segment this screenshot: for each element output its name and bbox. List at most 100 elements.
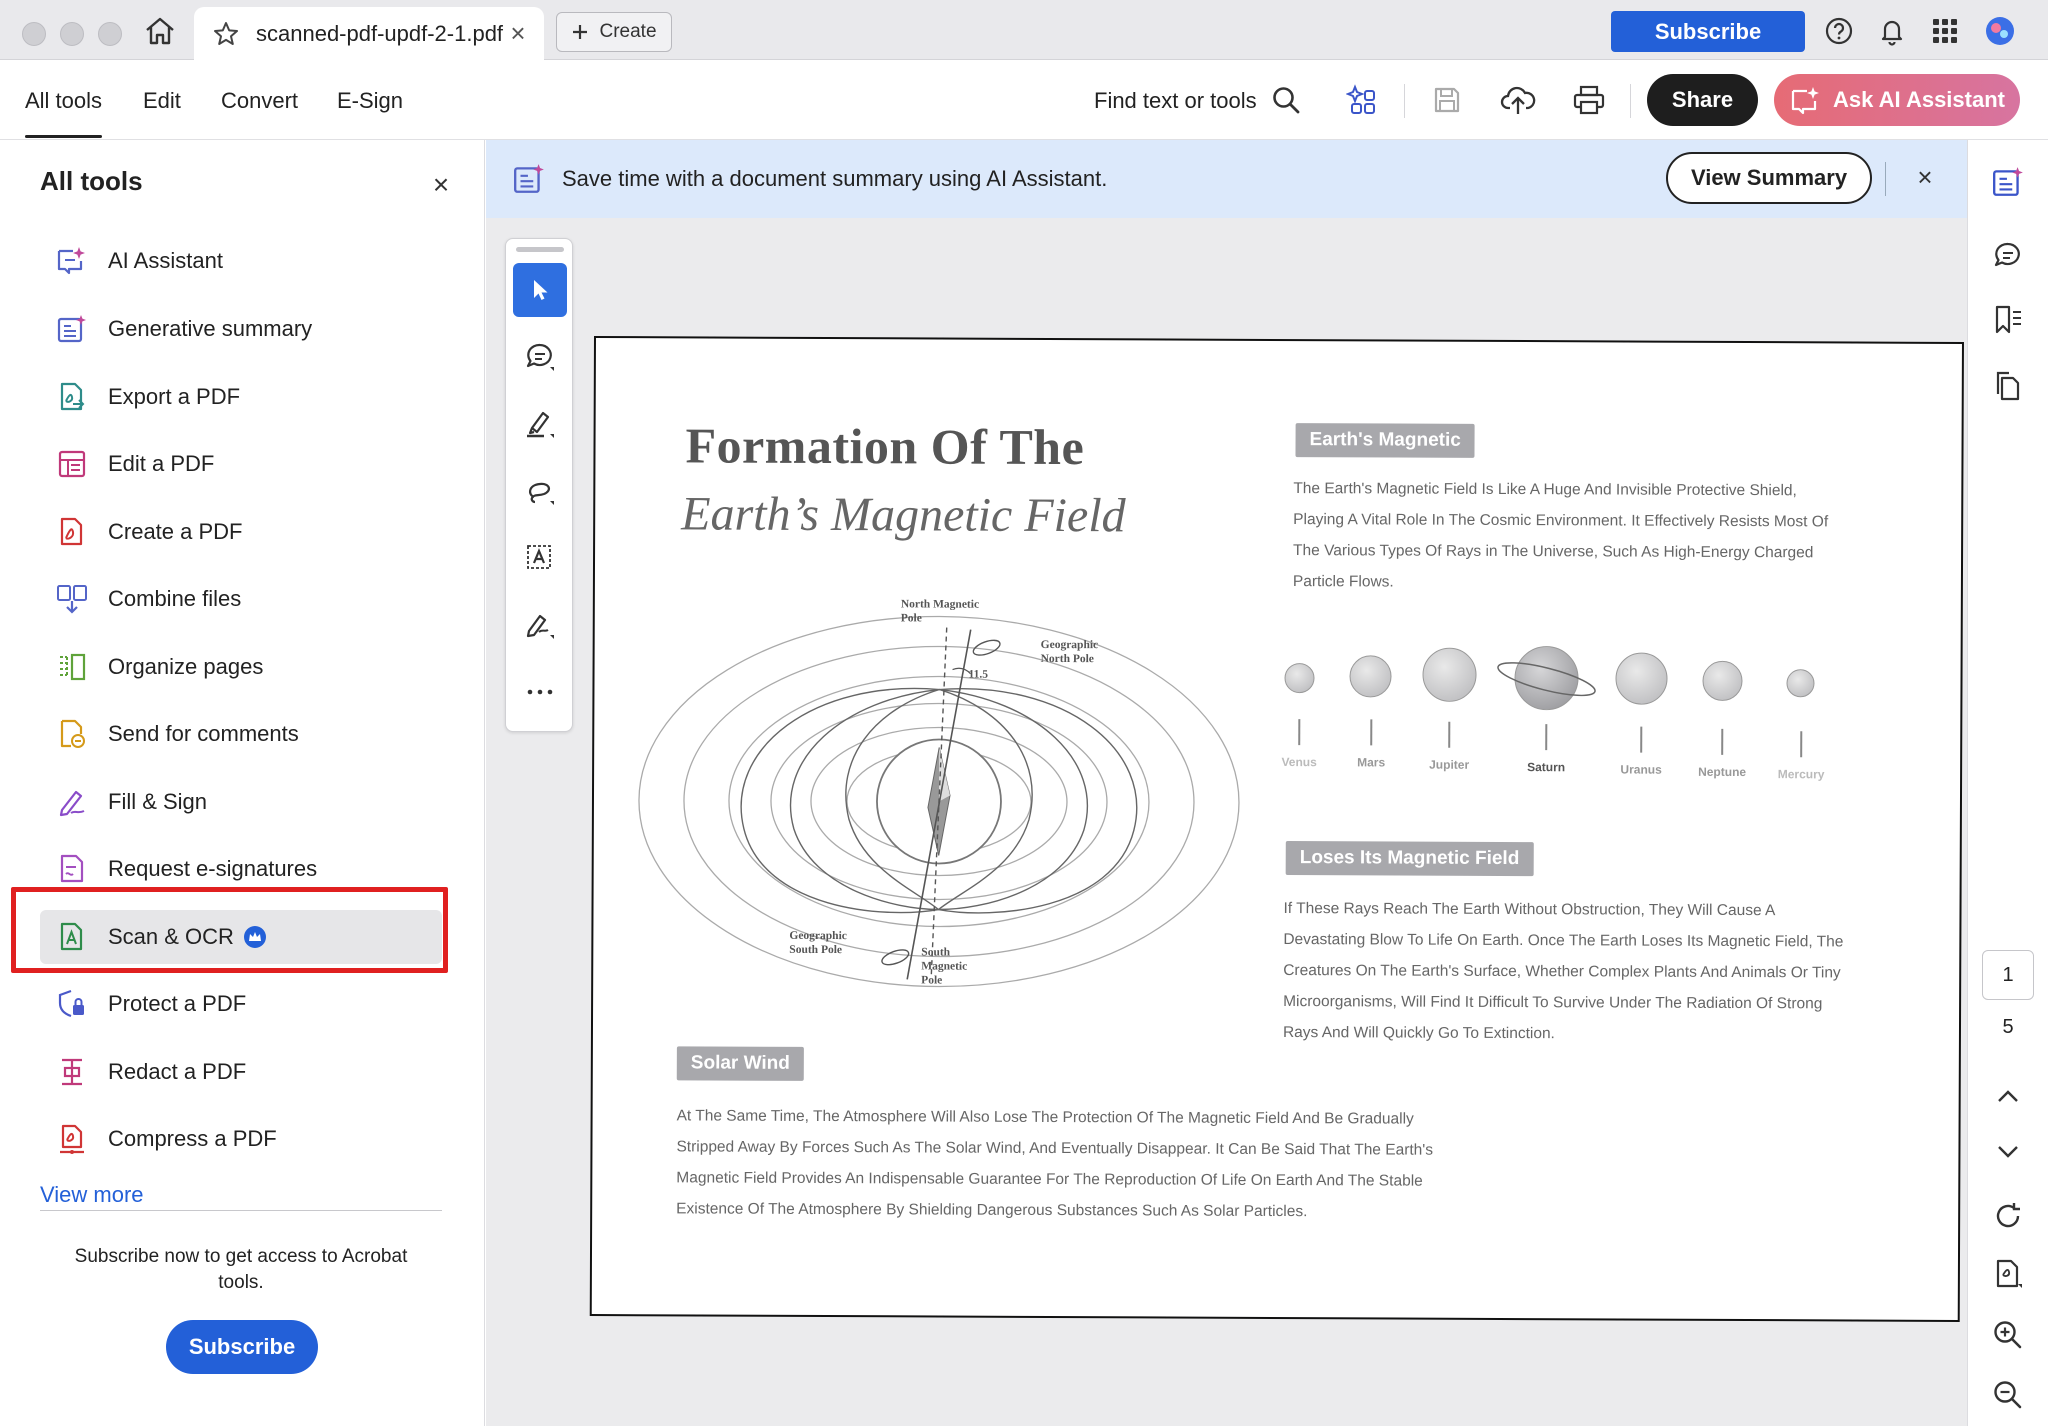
pages-panel-button[interactable] <box>1988 366 2028 406</box>
tool-compress-pdf[interactable]: Compress a PDF <box>40 1112 442 1166</box>
comment-tool-button[interactable] <box>513 330 567 384</box>
tool-ai-assistant[interactable]: AI Assistant <box>40 234 442 288</box>
subscribe-promo-text: Subscribe now to get access to Acrobat t… <box>74 1246 408 1293</box>
view-more-link[interactable]: View more <box>40 1182 144 1208</box>
window-zoom-control[interactable] <box>98 22 122 46</box>
find-text-or-tools[interactable]: Find text or tools <box>1094 88 1257 114</box>
tool-generative-summary[interactable]: Generative summary <box>40 302 442 356</box>
view-summary-button[interactable]: View Summary <box>1666 152 1872 204</box>
comment-icon <box>526 343 554 371</box>
tool-create-pdf[interactable]: Create a PDF <box>40 505 442 559</box>
page-options-button[interactable] <box>1988 1254 2028 1294</box>
banner-separator <box>1885 162 1886 196</box>
tab-e-sign[interactable]: E-Sign <box>337 88 403 114</box>
tool-label: Fill & Sign <box>108 789 208 814</box>
redact-pdf-icon <box>54 1054 90 1090</box>
more-tools-button[interactable] <box>513 665 567 719</box>
generative-summary-icon <box>54 311 90 347</box>
generative-summary-icon <box>1993 167 2023 196</box>
bookmarks-panel-button[interactable] <box>1988 300 2028 340</box>
apps-grid-icon[interactable] <box>1928 14 1962 48</box>
window-close-control[interactable] <box>22 22 46 46</box>
share-button[interactable]: Share <box>1647 74 1758 126</box>
comments-panel-button[interactable] <box>1988 236 2028 276</box>
tab-all-tools[interactable]: All tools <box>25 88 103 138</box>
tool-export-pdf[interactable]: Export a PDF <box>40 370 442 424</box>
star-icon[interactable] <box>212 20 240 48</box>
document-canvas[interactable]: Save time with a document summary using … <box>486 140 1967 1426</box>
draw-tool-button[interactable] <box>513 464 567 518</box>
all-tools-panel: All tools × AI Assistant Generative summ… <box>0 140 485 1426</box>
highlighter-icon <box>527 411 554 438</box>
tab-convert[interactable]: Convert <box>221 88 298 114</box>
ask-ai-assistant-button[interactable]: Ask AI Assistant <box>1774 74 2020 126</box>
search-icon[interactable] <box>1266 80 1306 120</box>
combine-files-icon <box>54 581 90 617</box>
tool-label: Create a PDF <box>108 519 243 544</box>
diagram-label-angle: 11.5 <box>968 668 989 681</box>
banner-close-icon[interactable]: × <box>1910 162 1940 192</box>
rotate-button[interactable] <box>1988 1196 2028 1236</box>
tool-fill-sign[interactable]: Fill & Sign <box>40 775 442 829</box>
help-icon[interactable] <box>1822 14 1856 48</box>
save-icon[interactable] <box>1427 80 1467 120</box>
planet-tick <box>1298 719 1300 746</box>
zoom-in-button[interactable] <box>1988 1315 2028 1355</box>
tool-protect-pdf[interactable]: Protect a PDF <box>40 977 442 1031</box>
current-page-input[interactable]: 1 <box>1982 950 2034 1000</box>
planet-label-uranus: Uranus <box>1620 762 1662 777</box>
diagram-label-geographic-north: Geographic North Pole <box>1040 638 1099 666</box>
chevron-down-icon <box>1998 1146 2018 1158</box>
create-button[interactable]: Create <box>556 12 672 52</box>
next-page-button[interactable] <box>1988 1132 2028 1172</box>
text-tool-button[interactable] <box>513 531 567 585</box>
planet-label-jupiter: Jupiter <box>1429 757 1470 772</box>
sign-tool-button[interactable] <box>513 598 567 652</box>
document-tab[interactable]: scanned-pdf-updf-2-1.pdf × <box>194 7 544 60</box>
panel-close-icon[interactable]: × <box>426 169 456 200</box>
saturn-ring <box>1497 662 1596 697</box>
home-icon <box>146 17 174 45</box>
compress-pdf-icon <box>54 1121 90 1157</box>
tool-redact-pdf[interactable]: Redact a PDF <box>40 1045 442 1099</box>
upload-cloud-icon[interactable] <box>1498 80 1538 120</box>
tool-send-for-comments[interactable]: Send for comments <box>40 707 442 761</box>
subscribe-button[interactable]: Subscribe <box>1611 11 1805 52</box>
planet-jupiter <box>1422 647 1477 702</box>
planet-tick <box>1640 726 1642 753</box>
tab-edit[interactable]: Edit <box>143 88 181 114</box>
ai-tools-icon[interactable] <box>1343 80 1383 120</box>
menu-bar: All tools Edit Convert E-Sign Find text … <box>0 60 2048 140</box>
select-tool-button[interactable] <box>513 263 567 317</box>
tool-combine-files[interactable]: Combine files <box>40 572 442 626</box>
ask-ai-assistant-label: Ask AI Assistant <box>1833 87 2005 112</box>
previous-page-button[interactable] <box>1988 1076 2028 1116</box>
tool-edit-pdf[interactable]: Edit a PDF <box>40 437 442 491</box>
ai-summary-panel-button[interactable] <box>1988 162 2028 202</box>
highlight-tool-button[interactable] <box>513 397 567 451</box>
tool-label: Edit a PDF <box>108 451 215 476</box>
chevron-up-icon <box>1998 1090 2018 1102</box>
planet-label-neptune: Neptune <box>1698 764 1747 780</box>
panel-subscribe-button[interactable]: Subscribe <box>166 1320 318 1374</box>
tab-close-icon[interactable]: × <box>504 18 532 48</box>
create-pdf-icon <box>54 514 90 550</box>
diagram-label-north-magnetic: North Magnetic Pole <box>900 598 980 625</box>
pdf-page: Formation Of The Earth’s Magnetic Field <box>589 336 1964 1322</box>
toolbar-drag-handle[interactable] <box>516 247 564 252</box>
zoom-out-button[interactable] <box>1988 1375 2028 1415</box>
generative-summary-icon <box>514 164 544 193</box>
notification-bell-icon[interactable] <box>1875 14 1909 48</box>
print-icon[interactable] <box>1569 80 1609 120</box>
window-minimize-control[interactable] <box>60 22 84 46</box>
avatar[interactable] <box>1983 14 2017 48</box>
tool-organize-pages[interactable]: Organize pages <box>40 640 442 694</box>
zoom-in-icon <box>1994 1321 2022 1349</box>
ai-summary-banner: Save time with a document summary using … <box>486 140 1967 218</box>
home-button[interactable] <box>140 12 180 50</box>
planet-label-saturn: Saturn <box>1527 760 1566 775</box>
tool-label: Organize pages <box>108 654 264 679</box>
document-tab-title: scanned-pdf-updf-2-1.pdf <box>256 20 504 46</box>
planet-label-mercury: Mercury <box>1777 767 1825 782</box>
banner-text: Save time with a document summary using … <box>562 166 1108 191</box>
